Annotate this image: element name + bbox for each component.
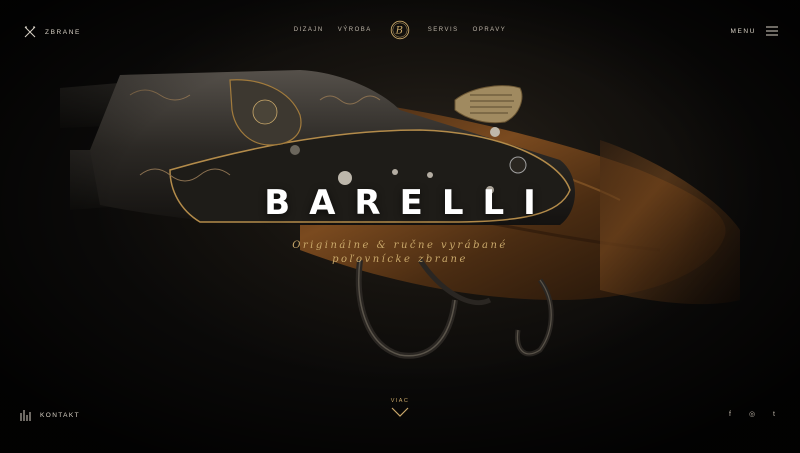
instagram-icon[interactable]: ◎ bbox=[748, 410, 756, 418]
svg-text:B: B bbox=[394, 26, 404, 37]
hero-subtitle-line-2: poľovnícke zbrane bbox=[332, 254, 468, 265]
hero-title: BARELLI bbox=[264, 183, 555, 223]
facebook-icon[interactable]: f bbox=[726, 411, 734, 418]
contact-link[interactable]: KONTAKT bbox=[20, 410, 80, 421]
chevron-down-icon bbox=[391, 407, 409, 417]
hamburger-icon bbox=[766, 26, 778, 36]
nav-item-service[interactable]: SERVIS bbox=[428, 27, 459, 33]
nav-item-design[interactable]: DIZAJN bbox=[294, 27, 324, 33]
hero-page: ZBRANE DIZAJN VÝROBA B SERVIS OPRAVY MEN… bbox=[0, 0, 800, 453]
scroll-more-label: VIAC bbox=[390, 398, 410, 404]
nav-item-production[interactable]: VÝROBA bbox=[338, 27, 372, 33]
hero-subtitle-line-1: Originálne & ručne vyrábané bbox=[292, 240, 508, 251]
top-navigation: ZBRANE DIZAJN VÝROBA B SERVIS OPRAVY MEN… bbox=[0, 0, 800, 64]
nav-item-repairs[interactable]: OPRAVY bbox=[473, 27, 507, 33]
shotgun-hero-image bbox=[0, 0, 800, 453]
menu-button[interactable]: MENU bbox=[730, 26, 778, 36]
hero-subtitle: Originálne & ručne vyrábané poľovnícke z… bbox=[0, 239, 800, 267]
scroll-more-button[interactable]: VIAC bbox=[380, 398, 420, 417]
twitter-icon[interactable]: t bbox=[770, 411, 778, 418]
barelli-logo-icon[interactable]: B bbox=[390, 20, 410, 40]
bars-icon bbox=[20, 410, 31, 421]
social-links: f ◎ t bbox=[726, 410, 778, 419]
menu-label: MENU bbox=[730, 27, 756, 35]
main-nav: DIZAJN VÝROBA B SERVIS OPRAVY bbox=[0, 20, 800, 40]
contact-label: KONTAKT bbox=[40, 412, 81, 419]
